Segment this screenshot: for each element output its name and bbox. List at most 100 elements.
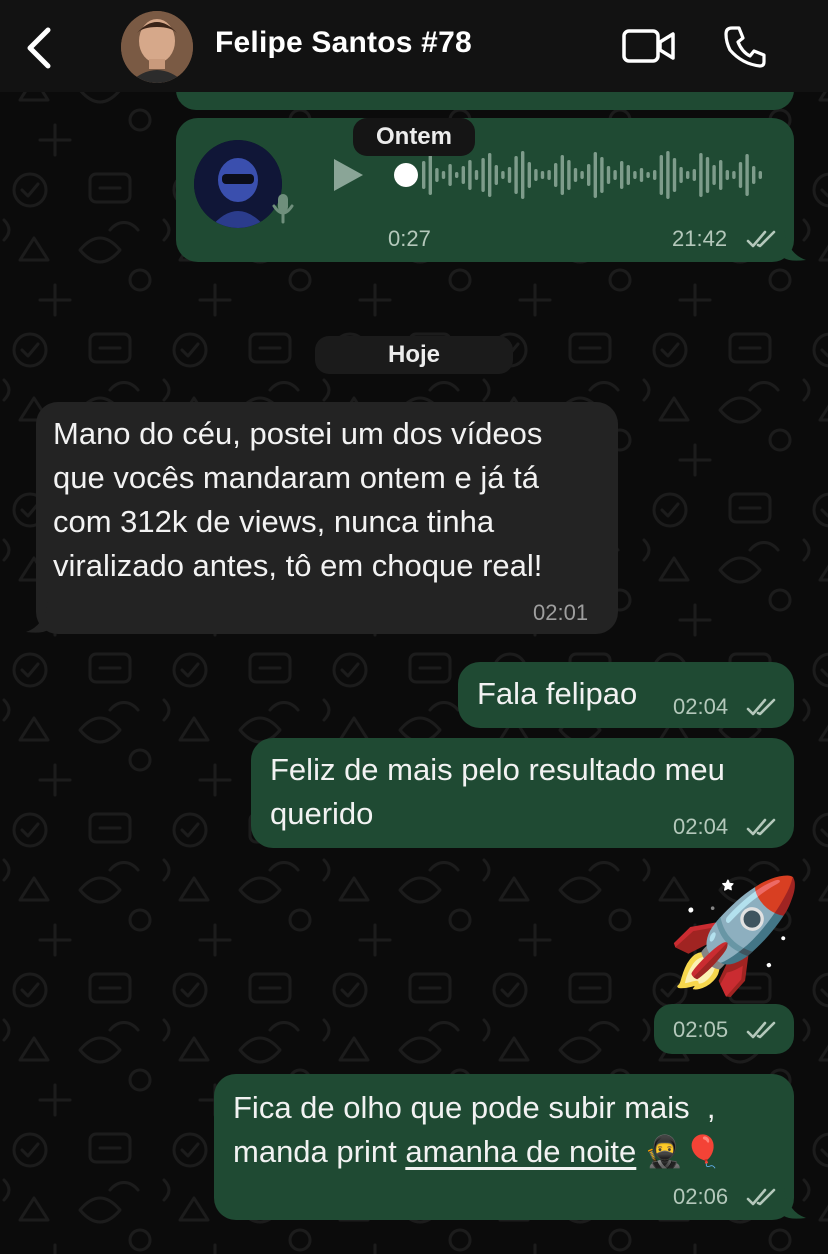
waveform-bar	[455, 172, 459, 178]
waveform-bar	[468, 160, 472, 190]
waveform-bar	[620, 161, 624, 189]
double-check-icon	[746, 818, 776, 836]
double-check-icon	[746, 1021, 776, 1039]
message-time: 21:42	[672, 226, 728, 251]
double-check-icon	[746, 698, 776, 716]
waveform-bar	[672, 158, 677, 192]
outgoing-message-bubble[interactable]: Fala felipao 02:04	[458, 662, 794, 728]
contact-name[interactable]: Felipe Santos #78	[215, 26, 472, 60]
waveform-bar	[448, 164, 452, 186]
waveform-bar	[679, 167, 683, 183]
message-time: 02:01	[533, 600, 589, 625]
waveform-bar	[501, 171, 505, 179]
back-chevron-icon[interactable]	[22, 26, 58, 70]
waveform-bar	[587, 164, 591, 186]
outgoing-message-bubble[interactable]: Fica de olho que pode subir mais , manda…	[214, 1074, 806, 1220]
waveform-bar	[606, 166, 611, 184]
date-label-yesterday: Ontem	[353, 118, 475, 156]
message-line: manda print amanha de noite 🥷🎈	[233, 1130, 793, 1174]
waveform-bar	[626, 165, 630, 185]
waveform-bar	[593, 152, 597, 198]
waveform-bar	[732, 171, 736, 179]
video-call-icon[interactable]	[622, 28, 676, 64]
message-line: Mano do céu, postei um dos vídeos	[53, 416, 543, 451]
contact-avatar[interactable]	[121, 11, 193, 83]
waveform-bar	[646, 172, 650, 178]
message-time: 02:04	[673, 814, 729, 839]
waveform-bar	[521, 151, 525, 199]
waveform-bar	[527, 162, 531, 188]
waveform-bar	[758, 171, 762, 179]
waveform-bar	[567, 160, 571, 190]
waveform-bar	[705, 157, 710, 193]
message-time: 02:05	[673, 1017, 729, 1042]
waveform-bar	[547, 170, 551, 180]
voice-duration: 0:27	[388, 226, 431, 251]
play-icon[interactable]	[330, 156, 366, 194]
date-link[interactable]: amanha de noite	[405, 1134, 636, 1169]
waveform-bar	[474, 170, 479, 180]
message-line: Feliz de mais pelo resultado meu	[270, 752, 725, 787]
audio-progress-knob[interactable]	[394, 163, 418, 187]
date-label-today: Hoje	[315, 336, 513, 374]
waveform-bar	[488, 153, 492, 197]
incoming-message-bubble[interactable]: Mano do céu, postei um dos vídeos que vo…	[26, 402, 618, 634]
waveform-bar	[686, 171, 690, 179]
outgoing-message-bubble[interactable]: Feliz de mais pelo resultado meu querido…	[251, 738, 794, 848]
waveform-bar	[699, 153, 703, 197]
message-line: Fica de olho que pode subir mais ,	[233, 1090, 716, 1125]
waveform-bar	[633, 171, 637, 179]
rocket-emoji-message[interactable]: 🚀	[666, 876, 803, 996]
message-text: Mano do céu, postei um dos vídeos que vo…	[53, 412, 613, 588]
double-check-icon	[746, 230, 776, 248]
waveform-bar	[580, 171, 584, 179]
waveform-bar	[712, 165, 716, 185]
bubble-tail	[784, 230, 806, 261]
waveform-bar	[613, 170, 617, 180]
waveform-bar	[481, 158, 485, 192]
waveform-bar	[639, 168, 644, 182]
chat-header: Felipe Santos #78	[0, 0, 828, 92]
waveform-bar	[653, 170, 657, 180]
waveform-bar	[428, 155, 432, 195]
waveform-bar	[514, 156, 518, 194]
message-text: Fica de olho que pode subir mais , manda…	[233, 1086, 793, 1174]
emoji-time-bubble: 02:05	[654, 1004, 794, 1054]
waveform-bar	[560, 155, 564, 195]
waveform-bar	[600, 157, 604, 193]
waveform-bar	[719, 160, 723, 190]
message-line: com 312k de views, nunca tinha	[53, 504, 495, 539]
waveform-bar	[441, 171, 446, 179]
waveform-bar	[494, 165, 498, 185]
message-text-segment: manda print	[233, 1134, 406, 1169]
message-line: viralizado antes, tô em choque real!	[53, 548, 543, 583]
waveform-bar	[422, 161, 426, 189]
waveform-bar	[752, 166, 756, 184]
voice-message-bubble[interactable]: 0:27 21:42	[176, 118, 806, 262]
waveform-bar	[507, 167, 512, 183]
waveform-bar	[692, 169, 696, 181]
voice-sender-avatar	[194, 140, 282, 228]
waveform-bar	[534, 169, 538, 181]
double-check-icon	[746, 1188, 776, 1206]
waveform-bar	[573, 168, 578, 182]
waveform-bar	[435, 168, 439, 182]
message-text: Fala felipao	[477, 676, 638, 711]
waveform-bar	[725, 170, 729, 180]
bubble-tail	[784, 1188, 806, 1219]
phone-call-icon[interactable]	[722, 24, 768, 70]
waveform-bar	[745, 154, 749, 196]
waveform-bar	[540, 171, 545, 179]
avatar-photo	[121, 11, 193, 83]
waveform-bar	[738, 162, 743, 188]
message-time: 02:04	[673, 694, 729, 719]
message-time: 02:06	[673, 1184, 729, 1209]
waveform-bar	[461, 166, 465, 184]
microphone-icon	[272, 194, 294, 224]
bubble-tail	[26, 602, 48, 633]
message-line: que vocês mandaram ontem e já tá	[53, 460, 539, 495]
audio-waveform[interactable]	[420, 148, 770, 202]
waveform-bar	[659, 155, 663, 195]
emoji-segment: 🥷🎈	[636, 1134, 723, 1169]
waveform-bar	[554, 163, 558, 187]
